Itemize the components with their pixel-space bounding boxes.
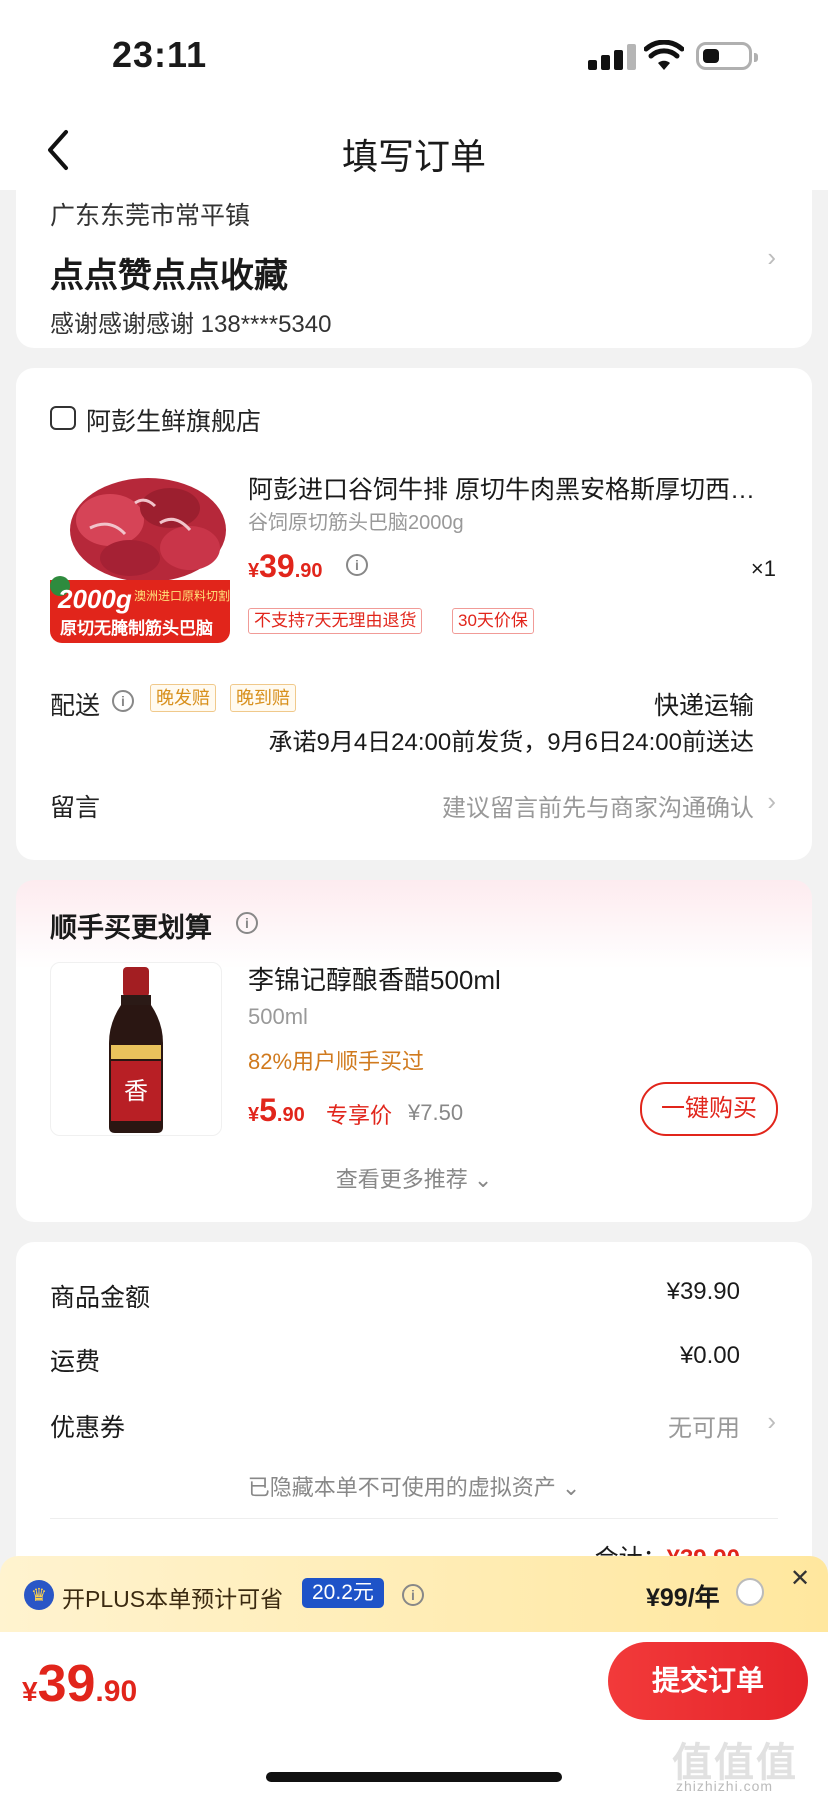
coupon-label: 优惠券 bbox=[50, 1414, 126, 1442]
status-time: 23:11 bbox=[112, 34, 208, 75]
chevron-right-icon: › bbox=[767, 1406, 776, 1436]
shipping-promise: 承诺9月4日24:00前发货，9月6日24:00前送达 bbox=[268, 729, 754, 756]
recommend-image[interactable]: 香 bbox=[50, 962, 222, 1136]
battery-icon bbox=[696, 42, 758, 70]
page-title: 填写订单 bbox=[341, 136, 486, 177]
status-bar: 23:11 bbox=[0, 0, 828, 110]
recommend-card: 顺手买更划算 i 香 李锦记醇酿香醋500ml 500ml 82%用户顺手买过 … bbox=[16, 880, 812, 1222]
close-icon[interactable]: ✕ bbox=[790, 1564, 810, 1593]
delivery-label: 配送 bbox=[50, 692, 101, 720]
store-icon bbox=[50, 406, 76, 430]
product-image[interactable]: 2000g 澳洲进口原料切割 原切无腌制筋头巴脑 bbox=[50, 468, 230, 643]
shipping-fee-label: 运费 bbox=[50, 1348, 101, 1376]
recommend-stat: 82%用户顺手买过 bbox=[248, 1049, 425, 1074]
home-indicator[interactable] bbox=[266, 1772, 562, 1782]
crown-icon: ♛ bbox=[24, 1580, 54, 1610]
plus-text: 开PLUS本单预计可省 bbox=[62, 1586, 284, 1612]
nav-bar: 填写订单 bbox=[0, 110, 828, 190]
product-spec[interactable]: 谷饲原切筋头巴脑2000g bbox=[248, 506, 464, 535]
address-card[interactable]: 广东东莞市常平镇 点点赞点点收藏 感谢感谢感谢 138****5340 › bbox=[16, 186, 812, 348]
delivery-info-icon[interactable]: i bbox=[112, 690, 134, 712]
address-region: 广东东莞市常平镇 bbox=[50, 202, 251, 230]
wifi-icon bbox=[644, 40, 684, 70]
price-info-icon[interactable]: i bbox=[346, 554, 368, 576]
product-price: ¥39.90 bbox=[248, 548, 323, 584]
recommend-price: ¥5.90 bbox=[248, 1092, 305, 1128]
recommend-title: 顺手买更划算 bbox=[50, 913, 212, 943]
late-ship-tag: 晚发赔 bbox=[150, 684, 216, 712]
shipping-fee-value: ¥0.00 bbox=[679, 1342, 740, 1369]
signal-icon bbox=[588, 44, 636, 70]
price-protect-tag: 30天价保 bbox=[452, 608, 534, 634]
recommend-info-icon[interactable]: i bbox=[236, 912, 258, 934]
message-label: 留言 bbox=[50, 794, 101, 822]
store-name[interactable]: 阿彭生鲜旗舰店 bbox=[86, 402, 261, 438]
divider bbox=[50, 1518, 778, 1519]
more-recommend-link[interactable]: 查看更多推荐 ⌄ bbox=[16, 1162, 812, 1194]
late-arrive-tag: 晚到赔 bbox=[230, 684, 296, 712]
no-return-tag: 不支持7天无理由退货 bbox=[248, 608, 423, 634]
message-input[interactable]: 建议留言前先与商家沟通确认 bbox=[442, 788, 754, 823]
product-quantity: ×1 bbox=[750, 556, 776, 581]
submit-order-button[interactable]: 提交订单 bbox=[608, 1642, 808, 1720]
plus-price: ¥99/年 bbox=[646, 1584, 720, 1612]
svg-text:香: 香 bbox=[124, 1077, 148, 1105]
shipping-method[interactable]: 快递运输 bbox=[654, 686, 754, 722]
chevron-right-icon: › bbox=[767, 242, 776, 272]
summary-card: 商品金额 ¥39.90 运费 ¥0.00 优惠券 无可用 › 已隐藏本单不可使用… bbox=[16, 1242, 812, 1572]
product-image-sub: 澳洲进口原料切割 bbox=[134, 588, 230, 603]
coupon-value[interactable]: 无可用 bbox=[668, 1408, 740, 1443]
bottom-total-price: ¥39.90 bbox=[22, 1655, 138, 1713]
hidden-assets-toggle[interactable]: 已隐藏本单不可使用的虚拟资产 ⌄ bbox=[16, 1470, 812, 1502]
exclusive-price-label: 专享价 bbox=[326, 1103, 393, 1128]
plus-radio[interactable] bbox=[736, 1578, 764, 1606]
watermark-sub: zhizhizhi.com bbox=[676, 1778, 774, 1794]
bottom-bar: ¥39.90 提交订单 值值值 zhizhizhi.com bbox=[0, 1632, 828, 1795]
recommend-spec: 500ml bbox=[248, 1004, 308, 1029]
product-title[interactable]: 阿彭进口谷饲牛排 原切牛肉黑安格斯厚切西… bbox=[248, 470, 788, 506]
plus-banner[interactable]: ♛ 开PLUS本单预计可省 20.2元 i ¥99/年 ✕ bbox=[0, 1556, 828, 1632]
product-image-label: 原切无腌制筋头巴脑 bbox=[60, 618, 213, 638]
one-click-buy-button[interactable]: 一键购买 bbox=[640, 1082, 778, 1136]
address-name: 点点赞点点收藏 bbox=[50, 257, 288, 295]
recommend-name[interactable]: 李锦记醇酿香醋500ml bbox=[248, 960, 501, 997]
address-contact: 感谢感谢感谢 138****5340 bbox=[50, 311, 332, 338]
product-image-badge: 2000g bbox=[57, 584, 132, 614]
goods-amount-value: ¥39.90 bbox=[666, 1278, 740, 1305]
plus-savings: 20.2元 bbox=[302, 1578, 384, 1608]
chevron-right-icon: › bbox=[767, 786, 776, 816]
goods-amount-label: 商品金额 bbox=[50, 1284, 151, 1312]
plus-info-icon[interactable]: i bbox=[402, 1584, 424, 1606]
store-card: 阿彭生鲜旗舰店 2000g 澳洲进口原料切割 原切无腌制筋头巴脑 阿彭进口谷饲牛… bbox=[16, 368, 812, 860]
original-price: ¥7.50 bbox=[408, 1100, 464, 1125]
